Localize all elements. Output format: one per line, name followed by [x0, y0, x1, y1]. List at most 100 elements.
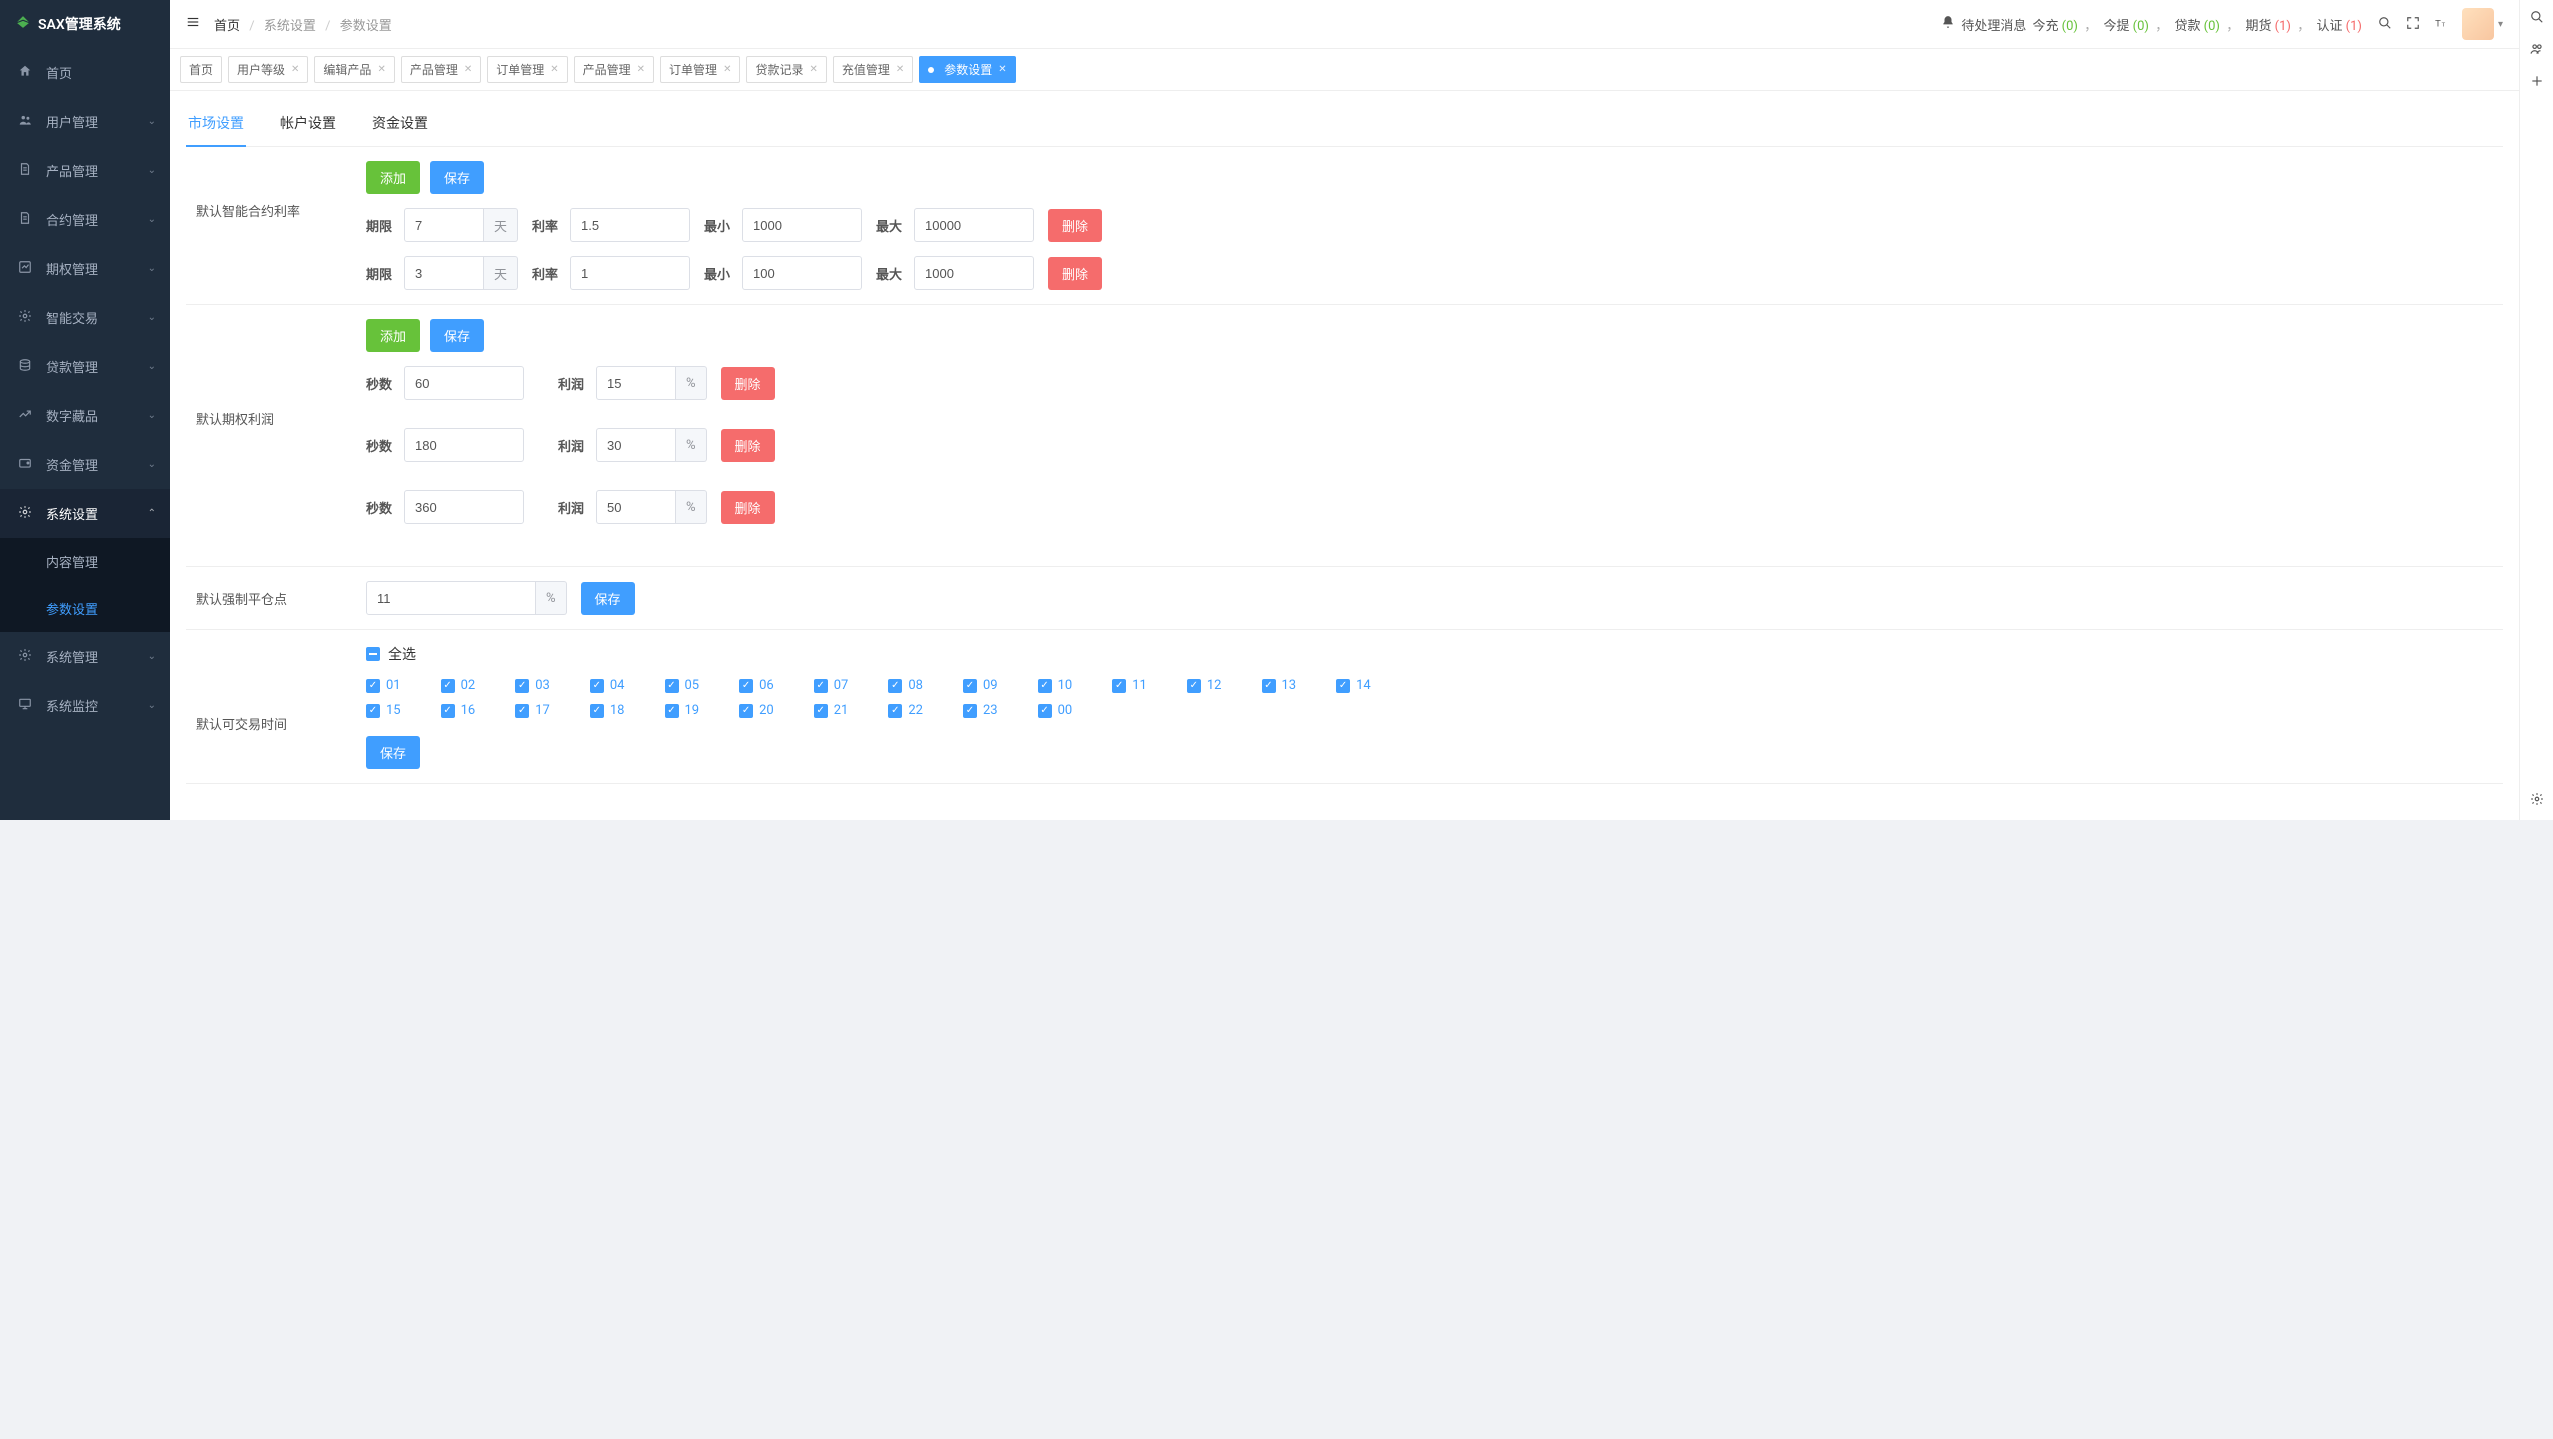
sub-tab[interactable]: 市场设置 — [186, 101, 246, 147]
hour-checkbox[interactable]: 07 — [814, 678, 849, 693]
tab[interactable]: 参数设置✕ — [919, 56, 1015, 83]
hour-checkbox[interactable]: 17 — [515, 703, 550, 718]
hour-checkbox[interactable]: 23 — [963, 703, 998, 718]
bell-icon[interactable] — [1941, 15, 1955, 33]
rate-input[interactable] — [570, 256, 690, 290]
close-icon[interactable]: ✕ — [809, 64, 817, 75]
tab[interactable]: 用户等级✕ — [228, 56, 308, 83]
sidebar-item[interactable]: 用户管理⌄ — [0, 97, 170, 146]
delete-button[interactable]: 删除 — [721, 491, 775, 524]
delete-button[interactable]: 删除 — [721, 367, 775, 400]
save-button[interactable]: 保存 — [430, 161, 484, 194]
user-menu[interactable]: ▾ — [2462, 8, 2503, 40]
close-icon[interactable]: ✕ — [291, 64, 299, 75]
profit-input[interactable] — [596, 490, 676, 524]
close-icon[interactable]: ✕ — [377, 64, 385, 75]
close-icon[interactable]: ✕ — [896, 64, 904, 75]
sub-tab[interactable]: 资金设置 — [370, 101, 430, 146]
search-icon[interactable] — [2530, 10, 2544, 28]
save-button[interactable]: 保存 — [430, 319, 484, 352]
hour-checkbox[interactable]: 12 — [1187, 678, 1222, 693]
tab[interactable]: 订单管理✕ — [660, 56, 740, 83]
status-item[interactable]: 期货 (1) — [2242, 19, 2294, 34]
status-item[interactable]: 今提 (0) — [2100, 19, 2152, 34]
sidebar-item[interactable]: 资金管理⌄ — [0, 440, 170, 489]
plus-icon[interactable] — [2530, 74, 2544, 92]
hour-checkbox[interactable]: 19 — [665, 703, 700, 718]
hour-checkbox[interactable]: 06 — [739, 678, 774, 693]
profit-input[interactable] — [596, 428, 676, 462]
tab[interactable]: 产品管理✕ — [401, 56, 481, 83]
hour-checkbox[interactable]: 20 — [739, 703, 774, 718]
tab[interactable]: 充值管理✕ — [833, 56, 913, 83]
add-button[interactable]: 添加 — [366, 161, 420, 194]
tab[interactable]: 产品管理✕ — [574, 56, 654, 83]
sidebar-item[interactable]: 智能交易⌄ — [0, 293, 170, 342]
breadcrumb-item[interactable]: 首页 — [214, 19, 240, 34]
hour-checkbox[interactable]: 10 — [1038, 678, 1073, 693]
hour-checkbox[interactable]: 03 — [515, 678, 550, 693]
sidebar-item[interactable]: 期权管理⌄ — [0, 244, 170, 293]
delete-button[interactable]: 删除 — [1048, 257, 1102, 290]
sidebar-item[interactable]: 贷款管理⌄ — [0, 342, 170, 391]
hour-checkbox[interactable]: 16 — [441, 703, 476, 718]
delete-button[interactable]: 删除 — [1048, 209, 1102, 242]
min-input[interactable] — [742, 208, 862, 242]
close-icon[interactable]: ✕ — [998, 64, 1006, 75]
sidebar-item[interactable]: 数字藏品⌄ — [0, 391, 170, 440]
users-icon[interactable] — [2530, 42, 2544, 60]
settings-icon[interactable] — [2530, 792, 2544, 810]
hour-checkbox[interactable]: 02 — [441, 678, 476, 693]
close-icon[interactable]: ✕ — [550, 64, 558, 75]
sidebar-sub-item[interactable]: 内容管理 — [0, 538, 170, 585]
tab[interactable]: 贷款记录✕ — [746, 56, 826, 83]
hour-checkbox[interactable]: 18 — [590, 703, 625, 718]
hour-checkbox[interactable]: 00 — [1038, 703, 1073, 718]
fullscreen-icon[interactable] — [2406, 15, 2420, 34]
period-input[interactable] — [404, 256, 484, 290]
status-item[interactable]: 认证 (1) — [2313, 19, 2362, 34]
sub-tab[interactable]: 帐户设置 — [278, 101, 338, 146]
font-size-icon[interactable]: TT — [2434, 15, 2448, 34]
search-icon[interactable] — [2378, 15, 2392, 34]
hour-checkbox[interactable]: 15 — [366, 703, 401, 718]
seconds-input[interactable] — [404, 366, 524, 400]
delete-button[interactable]: 删除 — [721, 429, 775, 462]
status-item[interactable]: 今充 (0) — [2032, 19, 2081, 34]
hour-checkbox[interactable]: 14 — [1336, 678, 1371, 693]
toggle-sidebar-icon[interactable] — [186, 15, 200, 33]
hour-checkbox[interactable]: 08 — [888, 678, 923, 693]
hour-checkbox[interactable]: 09 — [963, 678, 998, 693]
seconds-input[interactable] — [404, 428, 524, 462]
max-input[interactable] — [914, 208, 1034, 242]
hour-checkbox[interactable]: 11 — [1112, 678, 1147, 693]
save-button[interactable]: 保存 — [581, 582, 635, 615]
sidebar-item[interactable]: 系统监控⌄ — [0, 681, 170, 730]
breadcrumb-item[interactable]: 系统设置 — [264, 19, 316, 34]
close-icon[interactable]: ✕ — [723, 64, 731, 75]
profit-input[interactable] — [596, 366, 676, 400]
hour-checkbox[interactable]: 22 — [888, 703, 923, 718]
force-close-input[interactable] — [366, 581, 536, 615]
hour-checkbox[interactable]: 05 — [665, 678, 700, 693]
add-button[interactable]: 添加 — [366, 319, 420, 352]
rate-input[interactable] — [570, 208, 690, 242]
tab[interactable]: 编辑产品✕ — [314, 56, 394, 83]
seconds-input[interactable] — [404, 490, 524, 524]
sidebar-sub-item[interactable]: 参数设置 — [0, 585, 170, 632]
sidebar-item[interactable]: 系统管理⌄ — [0, 632, 170, 681]
close-icon[interactable]: ✕ — [464, 64, 472, 75]
max-input[interactable] — [914, 256, 1034, 290]
sidebar-item[interactable]: 首页 — [0, 48, 170, 97]
save-button[interactable]: 保存 — [366, 736, 420, 769]
sidebar-item[interactable]: 产品管理⌄ — [0, 146, 170, 195]
close-icon[interactable]: ✕ — [637, 64, 645, 75]
min-input[interactable] — [742, 256, 862, 290]
hour-checkbox[interactable]: 04 — [590, 678, 625, 693]
sidebar-item[interactable]: 合约管理⌄ — [0, 195, 170, 244]
sidebar-item[interactable]: 系统设置⌃ — [0, 489, 170, 538]
hour-checkbox[interactable]: 13 — [1262, 678, 1297, 693]
select-all-checkbox[interactable] — [366, 647, 380, 661]
tab[interactable]: 首页 — [180, 56, 222, 83]
status-item[interactable]: 贷款 (0) — [2171, 19, 2223, 34]
